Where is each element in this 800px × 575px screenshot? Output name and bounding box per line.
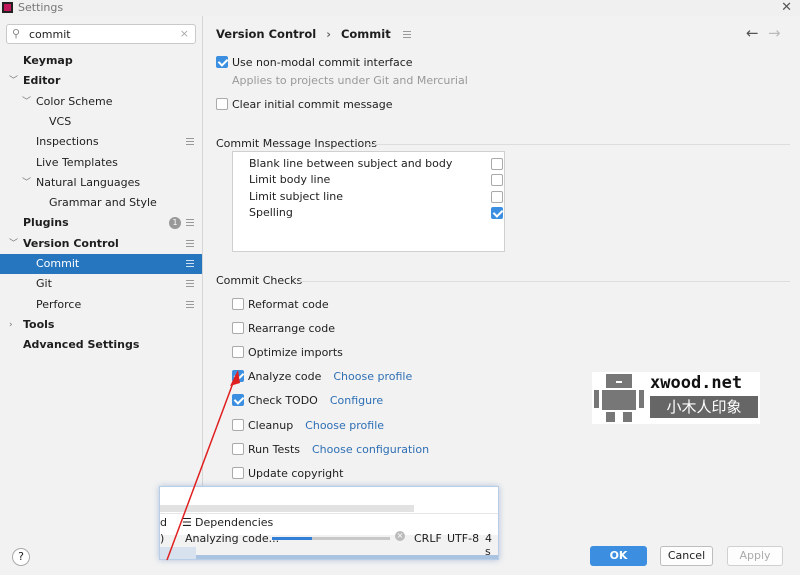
red-arrow-annotation <box>166 370 240 561</box>
help-button[interactable]: ? <box>12 548 30 566</box>
apply-button[interactable]: Apply <box>727 546 783 566</box>
cancel-button[interactable]: Cancel <box>660 546 713 566</box>
ok-button[interactable]: OK <box>590 546 647 566</box>
